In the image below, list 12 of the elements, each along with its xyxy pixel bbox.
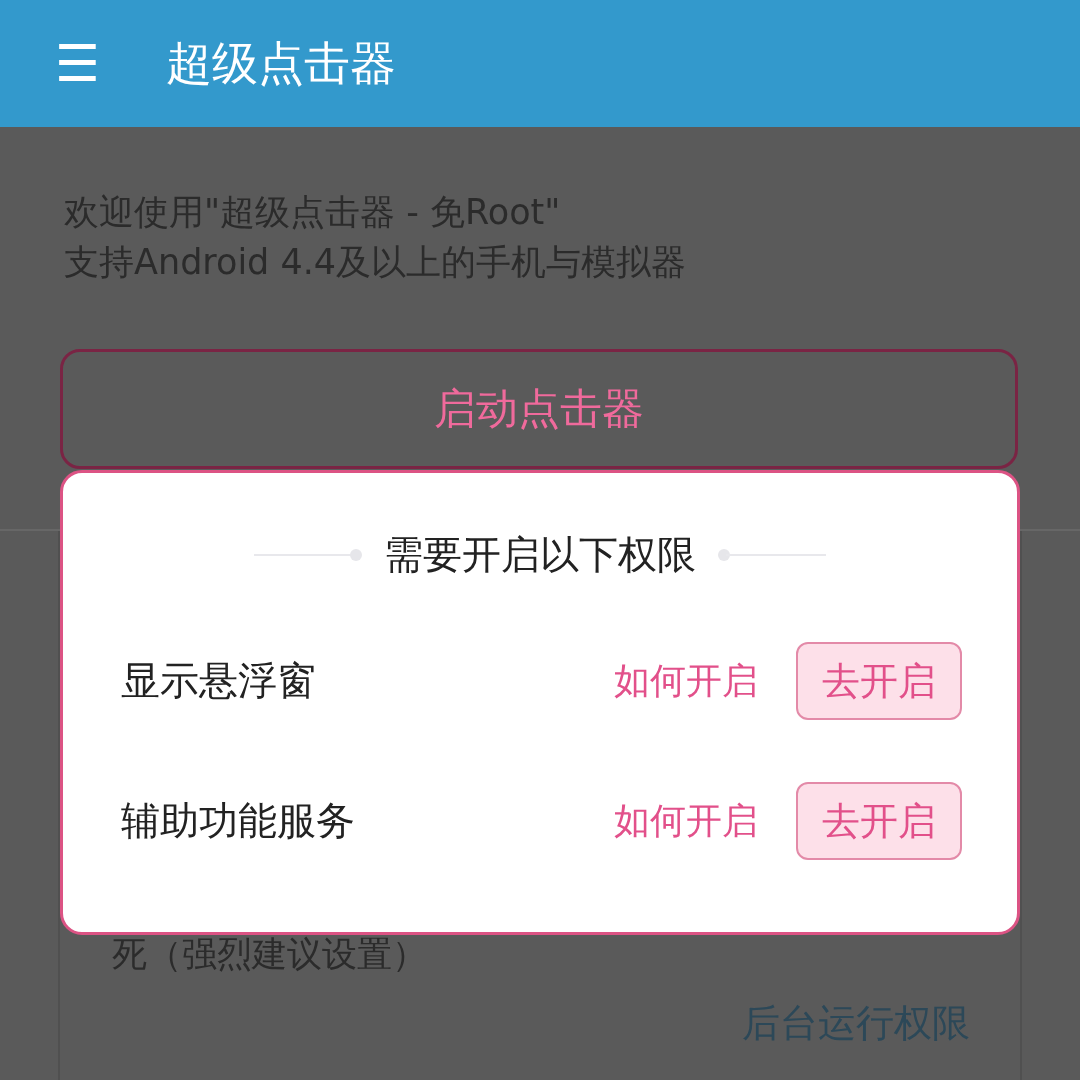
- permission-label: 辅助功能服务: [121, 797, 356, 845]
- how-to-enable-link[interactable]: 如何开启: [614, 796, 758, 846]
- enable-button[interactable]: 去开启: [796, 642, 962, 720]
- menu-button[interactable]: ☰: [46, 38, 108, 89]
- enable-button[interactable]: 去开启: [796, 782, 962, 860]
- divider-dot-icon: [254, 549, 364, 561]
- divider-dot-icon: [716, 549, 826, 561]
- start-button[interactable]: 启动点击器: [60, 349, 1018, 469]
- how-to-enable-link[interactable]: 如何开启: [614, 656, 758, 706]
- dialog-title: 需要开启以下权限: [384, 531, 696, 579]
- permission-label: 显示悬浮窗: [121, 657, 317, 705]
- app-title: 超级点击器: [166, 34, 396, 92]
